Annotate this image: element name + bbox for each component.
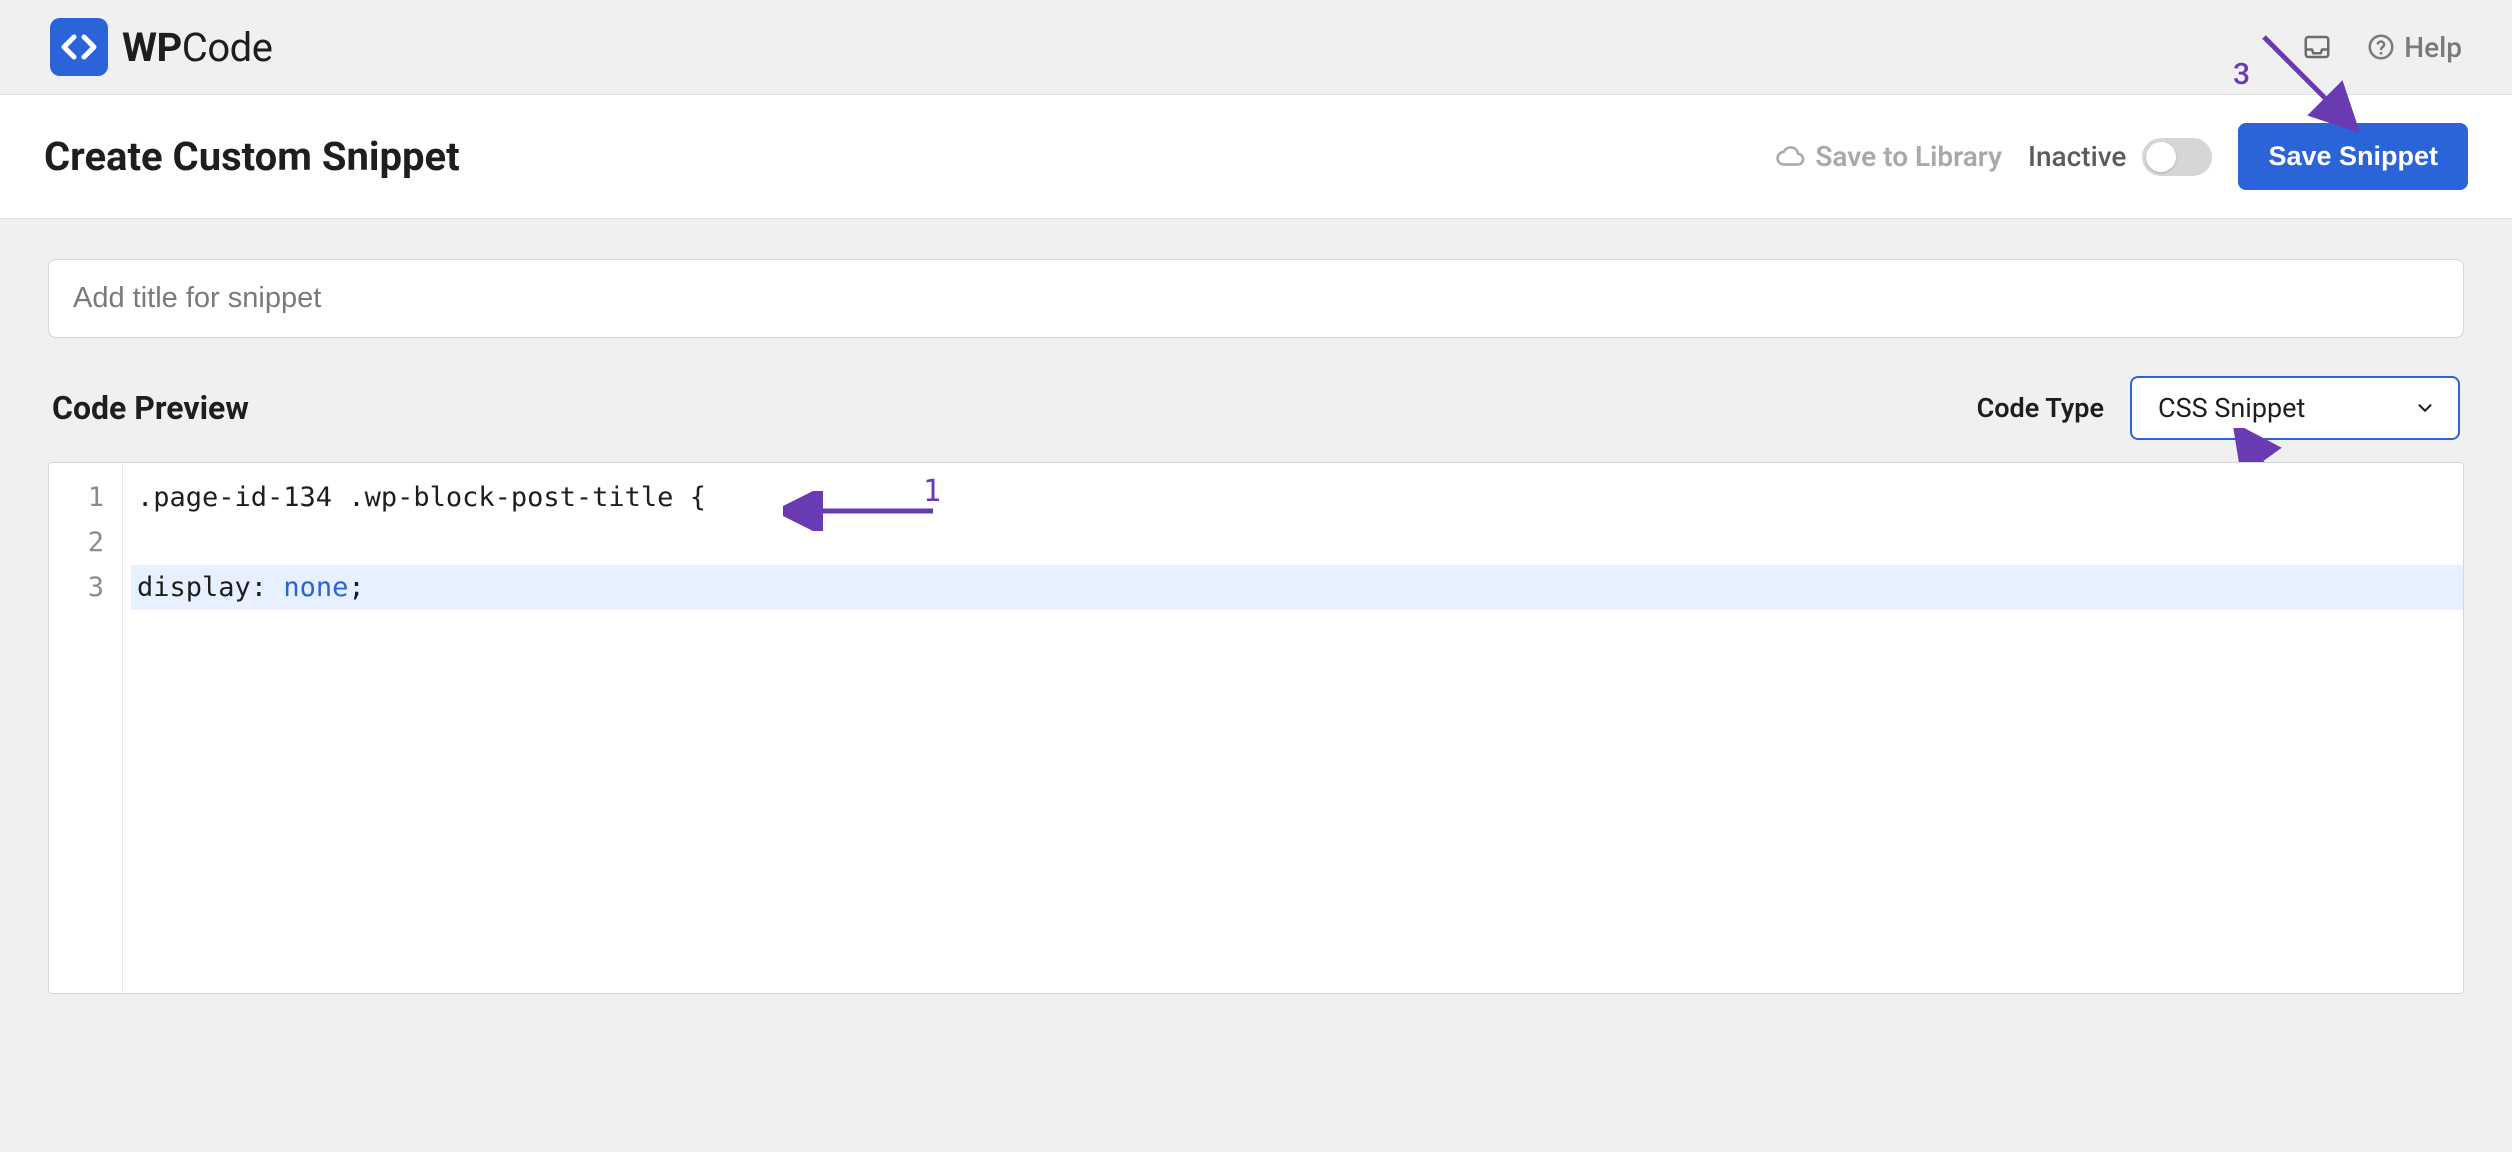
code-line[interactable]: display: none;: [131, 565, 2463, 610]
topbar-right: Help: [2302, 31, 2462, 64]
code-type-value: CSS Snippet: [2158, 392, 2305, 424]
code-type-wrap: Code Type CSS Snippet 2: [1977, 376, 2460, 440]
line-number: 2: [49, 520, 110, 565]
code-icon: [59, 27, 99, 67]
save-snippet-button[interactable]: Save Snippet: [2238, 123, 2468, 190]
page-header: Create Custom Snippet Save to Library In…: [0, 95, 2512, 219]
line-number: 3: [49, 565, 110, 610]
inbox-icon[interactable]: [2302, 32, 2332, 62]
section-row: Code Preview Code Type CSS Snippet: [52, 376, 2460, 440]
line-number: 1: [49, 475, 110, 520]
cloud-icon: [1775, 142, 1805, 172]
code-area[interactable]: 1 .page-id-134 .wp-block-post-title {dis…: [123, 463, 2463, 993]
logo-text-bold: WP: [122, 24, 182, 71]
status-toggle-wrap: Inactive: [2028, 138, 2212, 176]
gutter: 123: [49, 463, 123, 993]
logo-text-light: Code: [182, 24, 273, 71]
help-link[interactable]: Help: [2366, 31, 2462, 64]
page-title: Create Custom Snippet: [44, 133, 460, 180]
header-actions: Save to Library Inactive Save Snippet 3: [1775, 123, 2468, 190]
status-label: Inactive: [2028, 140, 2126, 173]
code-editor[interactable]: 123 1 .page-id-134 .wp-block-post-title …: [48, 462, 2464, 994]
save-to-library-label: Save to Library: [1815, 140, 2002, 173]
editor-inner: 123 1 .page-id-134 .wp-block-post-title …: [49, 463, 2463, 993]
help-icon: [2366, 32, 2396, 62]
logo: WPCode: [50, 18, 272, 76]
body: Code Preview Code Type CSS Snippet: [0, 219, 2512, 1018]
status-toggle[interactable]: [2142, 138, 2212, 176]
code-type-select[interactable]: CSS Snippet: [2130, 376, 2460, 440]
save-to-library-button[interactable]: Save to Library: [1775, 140, 2002, 173]
chevron-down-icon: [2414, 397, 2436, 419]
help-label: Help: [2404, 31, 2462, 64]
code-line[interactable]: [131, 520, 2463, 565]
topbar: WPCode Help: [0, 0, 2512, 95]
code-preview-title: Code Preview: [52, 389, 249, 427]
toggle-knob: [2146, 142, 2176, 172]
logo-mark: [50, 18, 108, 76]
code-type-label: Code Type: [1977, 392, 2104, 424]
snippet-title-input[interactable]: [48, 259, 2464, 338]
code-line[interactable]: .page-id-134 .wp-block-post-title {: [131, 475, 2463, 520]
logo-text: WPCode: [122, 24, 272, 71]
